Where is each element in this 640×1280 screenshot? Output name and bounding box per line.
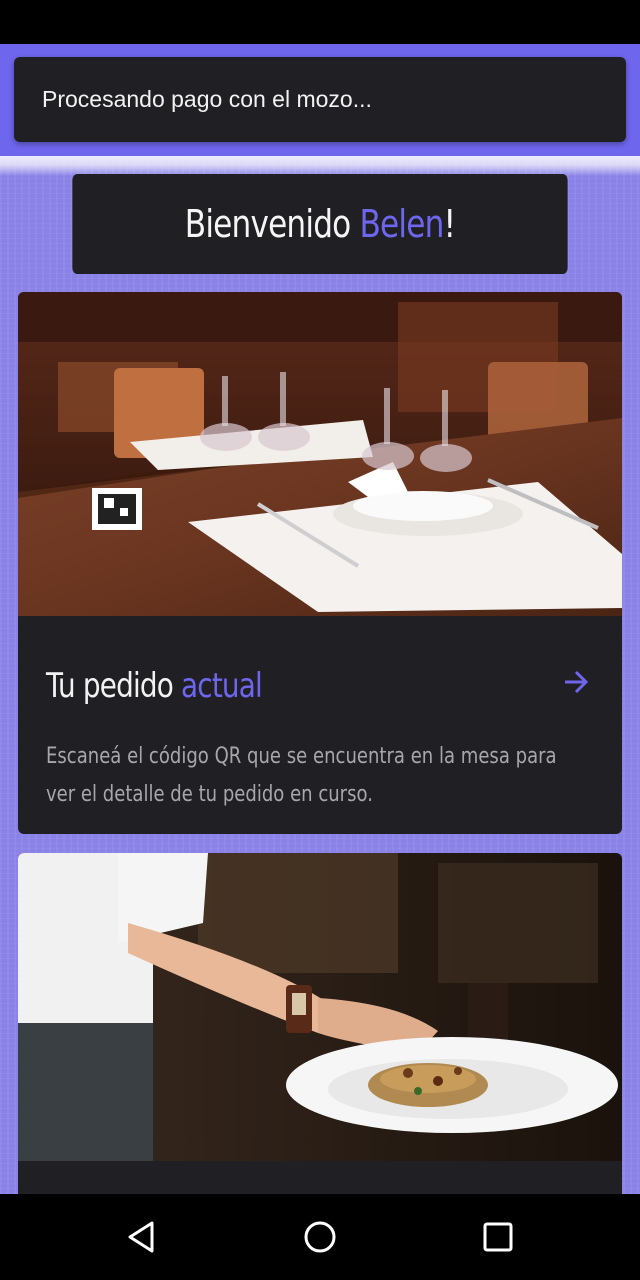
welcome-suffix: ! <box>443 202 457 246</box>
current-order-card[interactable]: Tu pedido actual Escaneá el código QR qu… <box>18 292 622 834</box>
waiter-card[interactable] <box>18 853 622 1194</box>
decorative-edge <box>0 156 640 176</box>
app-screen: Procesando pago con el mozo... Bienvenid… <box>0 44 640 1194</box>
back-triangle-icon[interactable] <box>124 1219 160 1255</box>
recents-square-icon[interactable] <box>480 1219 516 1255</box>
waiter-serving-image <box>18 853 622 1161</box>
card-title-accent: actual <box>181 666 263 706</box>
arrow-right-icon[interactable] <box>562 668 590 696</box>
status-bar <box>0 0 640 44</box>
home-circle-icon[interactable] <box>302 1219 338 1255</box>
restaurant-table-image <box>18 292 622 616</box>
card-title-prefix: Tu pedido <box>46 666 182 706</box>
welcome-prefix: Bienvenido <box>184 202 360 246</box>
system-nav-bar <box>0 1194 640 1280</box>
welcome-banner: Bienvenido Belen! <box>72 174 568 274</box>
toast-message: Procesando pago con el mozo... <box>42 86 372 112</box>
payment-toast: Procesando pago con el mozo... <box>14 57 626 142</box>
card-title: Tu pedido actual <box>46 666 263 706</box>
card-description: Escaneá el código QR que se encuentra en… <box>46 744 557 807</box>
user-name: Belen <box>359 202 445 246</box>
